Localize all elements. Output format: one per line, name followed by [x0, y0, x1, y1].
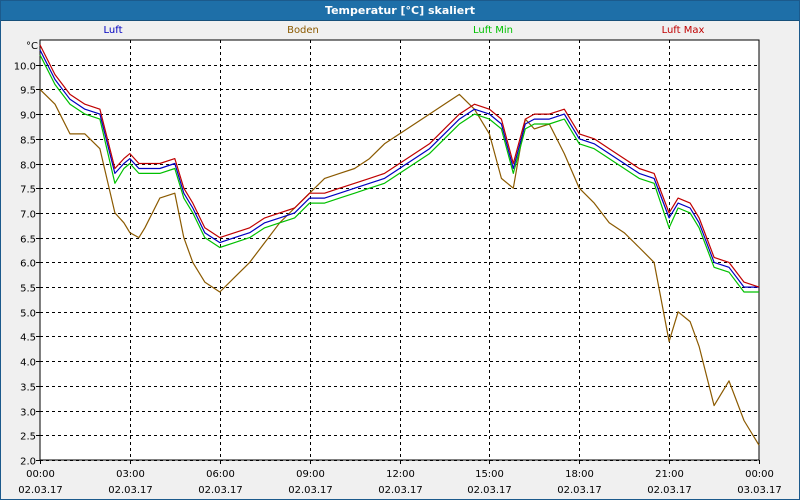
legend-item-luft: Luft: [104, 25, 123, 36]
x-tick-time-label: 12:00: [386, 469, 415, 480]
x-axis: 00:00 02.03.17 03:00 02.03.17 06:00 02.03.17 0…: [18, 460, 782, 496]
temperature-chart: °C 2.0 2.5 3.0 3.5 4.0 4.5 5.0 5.5 6.0 6.5 7.0 7.5 8…: [14, 25, 782, 496]
y-tick-label: 8.0: [20, 161, 36, 172]
y-tick-label: 10.0: [14, 62, 36, 73]
x-tick-date-label: 02.03.17: [557, 485, 602, 496]
legend-item-luft-max: Luft Max: [662, 25, 705, 36]
x-tick-time-label: 21:00: [655, 469, 684, 480]
legend-item-boden: Boden: [287, 25, 319, 36]
y-tick-label: 8.5: [20, 136, 36, 147]
plot-area: [39, 39, 760, 461]
y-tick-label: 7.5: [20, 185, 36, 196]
x-tick-date-label: 02.03.17: [198, 485, 243, 496]
x-tick-date-label: 02.03.17: [18, 485, 63, 496]
y-tick-label: 9.0: [20, 111, 36, 122]
y-tick-label: 3.0: [20, 408, 36, 419]
x-tick-date-label: 02.03.17: [467, 485, 512, 496]
y-axis: °C 2.0 2.5 3.0 3.5 4.0 4.5 5.0 5.5 6.0 6.5 7.0 7.5 8…: [14, 41, 40, 468]
x-tick-time-label: 18:00: [565, 469, 594, 480]
x-tick-date-label: 02.03.17: [288, 485, 333, 496]
x-tick-date-label: 02.03.17: [378, 485, 423, 496]
x-tick-time-label: 03:00: [116, 469, 145, 480]
x-tick-date-label: 03.03.17: [737, 485, 782, 496]
y-tick-label: 6.0: [20, 259, 36, 270]
x-tick-time-label: 00:00: [26, 469, 55, 480]
x-tick-time-label: 06:00: [206, 469, 235, 480]
x-tick-date-label: 02.03.17: [108, 485, 153, 496]
y-tick-label: 3.5: [20, 383, 36, 394]
y-tick-label: 5.0: [20, 309, 36, 320]
y-tick-label: 7.0: [20, 210, 36, 221]
y-tick-label: 4.5: [20, 333, 36, 344]
x-tick-time-label: 00:00: [745, 469, 774, 480]
x-tick-time-label: 15:00: [475, 469, 504, 480]
y-axis-unit-label: °C: [26, 41, 38, 52]
y-tick-label: 4.0: [20, 358, 36, 369]
x-tick-date-label: 02.03.17: [647, 485, 692, 496]
x-tick-time-label: 09:00: [296, 469, 325, 480]
y-tick-label: 5.5: [20, 284, 36, 295]
y-tick-label: 6.5: [20, 235, 36, 246]
y-tick-label: 9.5: [20, 86, 36, 97]
legend-item-luft-min: Luft Min: [473, 25, 513, 36]
y-tick-label: 2.0: [20, 457, 36, 468]
legend: Luft Boden Luft Min Luft Max: [104, 25, 705, 36]
y-tick-label: 2.5: [20, 432, 36, 443]
